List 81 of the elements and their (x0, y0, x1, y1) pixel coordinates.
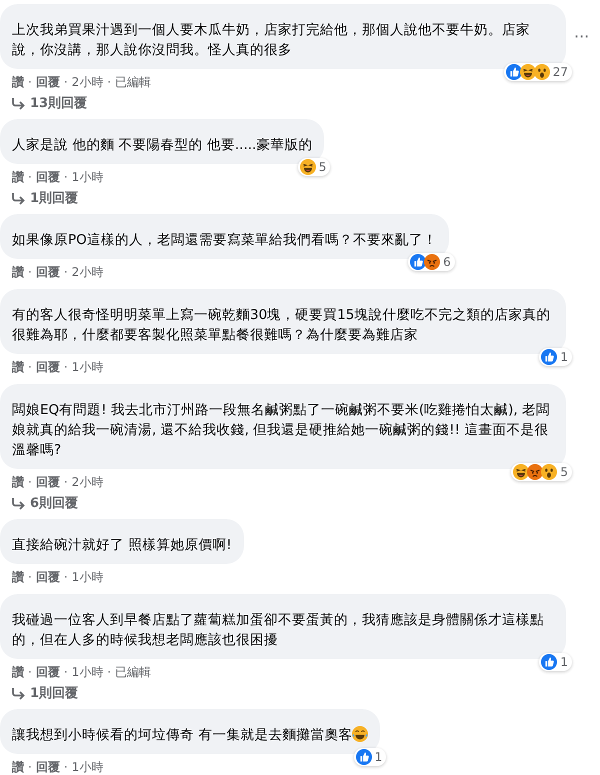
reaction-summary[interactable]: 5 (511, 463, 572, 481)
comment-text: 直接給碗汁就好了 照樣算她原價啊! (12, 537, 232, 553)
reaction-summary[interactable]: 1 (539, 653, 572, 671)
surprised-face-icon (541, 464, 558, 480)
reply-link[interactable]: 回覆 (36, 359, 60, 375)
like-link[interactable]: 讚 (12, 759, 24, 775)
thumbs-up-icon (410, 254, 426, 270)
like-link[interactable]: 讚 (12, 664, 24, 680)
comment-text: 我碰過一位客人到早餐店點了蘿蔔糕加蛋卻不要蛋黃的，我猜應該是身體關係才這樣點的，但在人多的時候我想老闆應該也很困擾 (12, 612, 544, 648)
like-link[interactable]: 讚 (12, 474, 24, 490)
more-options-button[interactable]: ··· (572, 24, 592, 48)
timestamp[interactable]: 1小時 (72, 169, 104, 185)
view-replies-link[interactable]: 1則回覆 (0, 680, 78, 707)
reaction-summary[interactable]: 6 (408, 253, 455, 271)
comment-text: 人家是說 他的麵 不要陽春型的 他要.....豪華版的 (12, 137, 312, 153)
comment-text: 有的客人很奇怪明明菜單上寫一碗乾麵30塊，硬要買15塊說什麼吃不完之類的店家真的很難為耶，什麼都要客製化照菜單點餐很難嗎？為什麼要為難店家 (12, 307, 550, 343)
like-link[interactable]: 讚 (12, 169, 24, 185)
reply-arrow-icon (10, 686, 26, 700)
separator-dot: · (28, 569, 32, 585)
reply-link[interactable]: 回覆 (36, 474, 60, 490)
thumbs-up-icon (506, 64, 522, 80)
reply-link[interactable]: 回覆 (36, 74, 60, 90)
timestamp[interactable]: 2小時 (72, 74, 104, 90)
separator-dot: · (64, 759, 68, 775)
separator-dot: · (64, 74, 68, 90)
thumbs-up-icon (541, 349, 558, 365)
edited-label: 已編輯 (115, 664, 152, 680)
timestamp[interactable]: 1小時 (72, 664, 104, 680)
reply-link[interactable]: 回覆 (36, 664, 60, 680)
reaction-summary[interactable]: 27 (504, 63, 572, 81)
crying-laughing-face-icon (352, 726, 368, 742)
angry-face-icon (527, 464, 544, 480)
comment-text: 讓我想到小時候看的坷垃傳奇 有一集就是去麵攤當奧客 (12, 727, 352, 743)
comment-text: 上次我弟買果汁遇到一個人要木瓜牛奶，店家打完給他，那個人說他不要牛奶。店家說，你沒講，那人說你沒問我。怪人真的很多 (12, 22, 530, 58)
separator-dot: · (107, 664, 112, 680)
laughing-face-icon (520, 64, 536, 80)
timestamp[interactable]: 1小時 (72, 569, 104, 585)
timestamp[interactable]: 2小時 (72, 264, 104, 280)
view-replies-link[interactable]: 1則回覆 (0, 185, 78, 212)
view-replies-link[interactable]: 6則回覆 (0, 490, 78, 517)
reply-arrow-icon (10, 96, 26, 110)
timestamp[interactable]: 1小時 (72, 359, 104, 375)
comment-text: 闆娘EQ有問題! 我去北市汀州路一段無名鹹粥點了一碗鹹粥不要米(吃雞捲怕太鹹), 老闆娘就真的給我一碗清湯, 還不給我收錢, 但我還是硬推給她一碗鹹粥的錢!! 這畫面不是很溫馨嗎? (12, 402, 550, 458)
separator-dot: · (64, 359, 68, 375)
like-link[interactable]: 讚 (12, 74, 24, 90)
reply-arrow-icon (10, 496, 26, 510)
separator-dot: · (64, 169, 68, 185)
like-link[interactable]: 讚 (12, 569, 24, 585)
separator-dot: · (28, 264, 32, 280)
separator-dot: · (28, 664, 32, 680)
view-replies-link[interactable]: 13則回覆 (0, 90, 88, 117)
like-link[interactable]: 讚 (12, 359, 24, 375)
separator-dot: · (64, 474, 68, 490)
reply-link[interactable]: 回覆 (36, 169, 60, 185)
comment-text: 如果像原PO這樣的人，老闆還需要寫菜單給我們看嗎？不要來亂了！ (12, 232, 437, 248)
separator-dot: · (107, 74, 112, 90)
reaction-summary[interactable]: 1 (354, 748, 386, 766)
separator-dot: · (64, 264, 68, 280)
separator-dot: · (28, 759, 32, 775)
edited-label: 已編輯 (115, 74, 152, 90)
reply-link[interactable]: 回覆 (36, 264, 60, 280)
reply-link[interactable]: 回覆 (36, 569, 60, 585)
thumbs-up-icon (541, 654, 558, 670)
reaction-summary[interactable]: 5 (298, 158, 330, 176)
timestamp[interactable]: 2小時 (72, 474, 104, 490)
separator-dot: · (28, 169, 32, 185)
thumbs-up-icon (356, 749, 372, 765)
laughing-face-icon (513, 464, 530, 480)
surprised-face-icon (534, 64, 550, 80)
separator-dot: · (64, 664, 68, 680)
reply-arrow-icon (10, 192, 26, 206)
laughing-face-icon (300, 159, 316, 175)
reply-link[interactable]: 回覆 (36, 759, 60, 775)
like-link[interactable]: 讚 (12, 264, 24, 280)
angry-face-icon (424, 254, 440, 270)
separator-dot: · (28, 74, 32, 90)
separator-dot: · (64, 569, 68, 585)
timestamp[interactable]: 1小時 (72, 759, 104, 775)
separator-dot: · (28, 359, 32, 375)
separator-dot: · (28, 474, 32, 490)
reaction-summary[interactable]: 1 (539, 348, 572, 366)
